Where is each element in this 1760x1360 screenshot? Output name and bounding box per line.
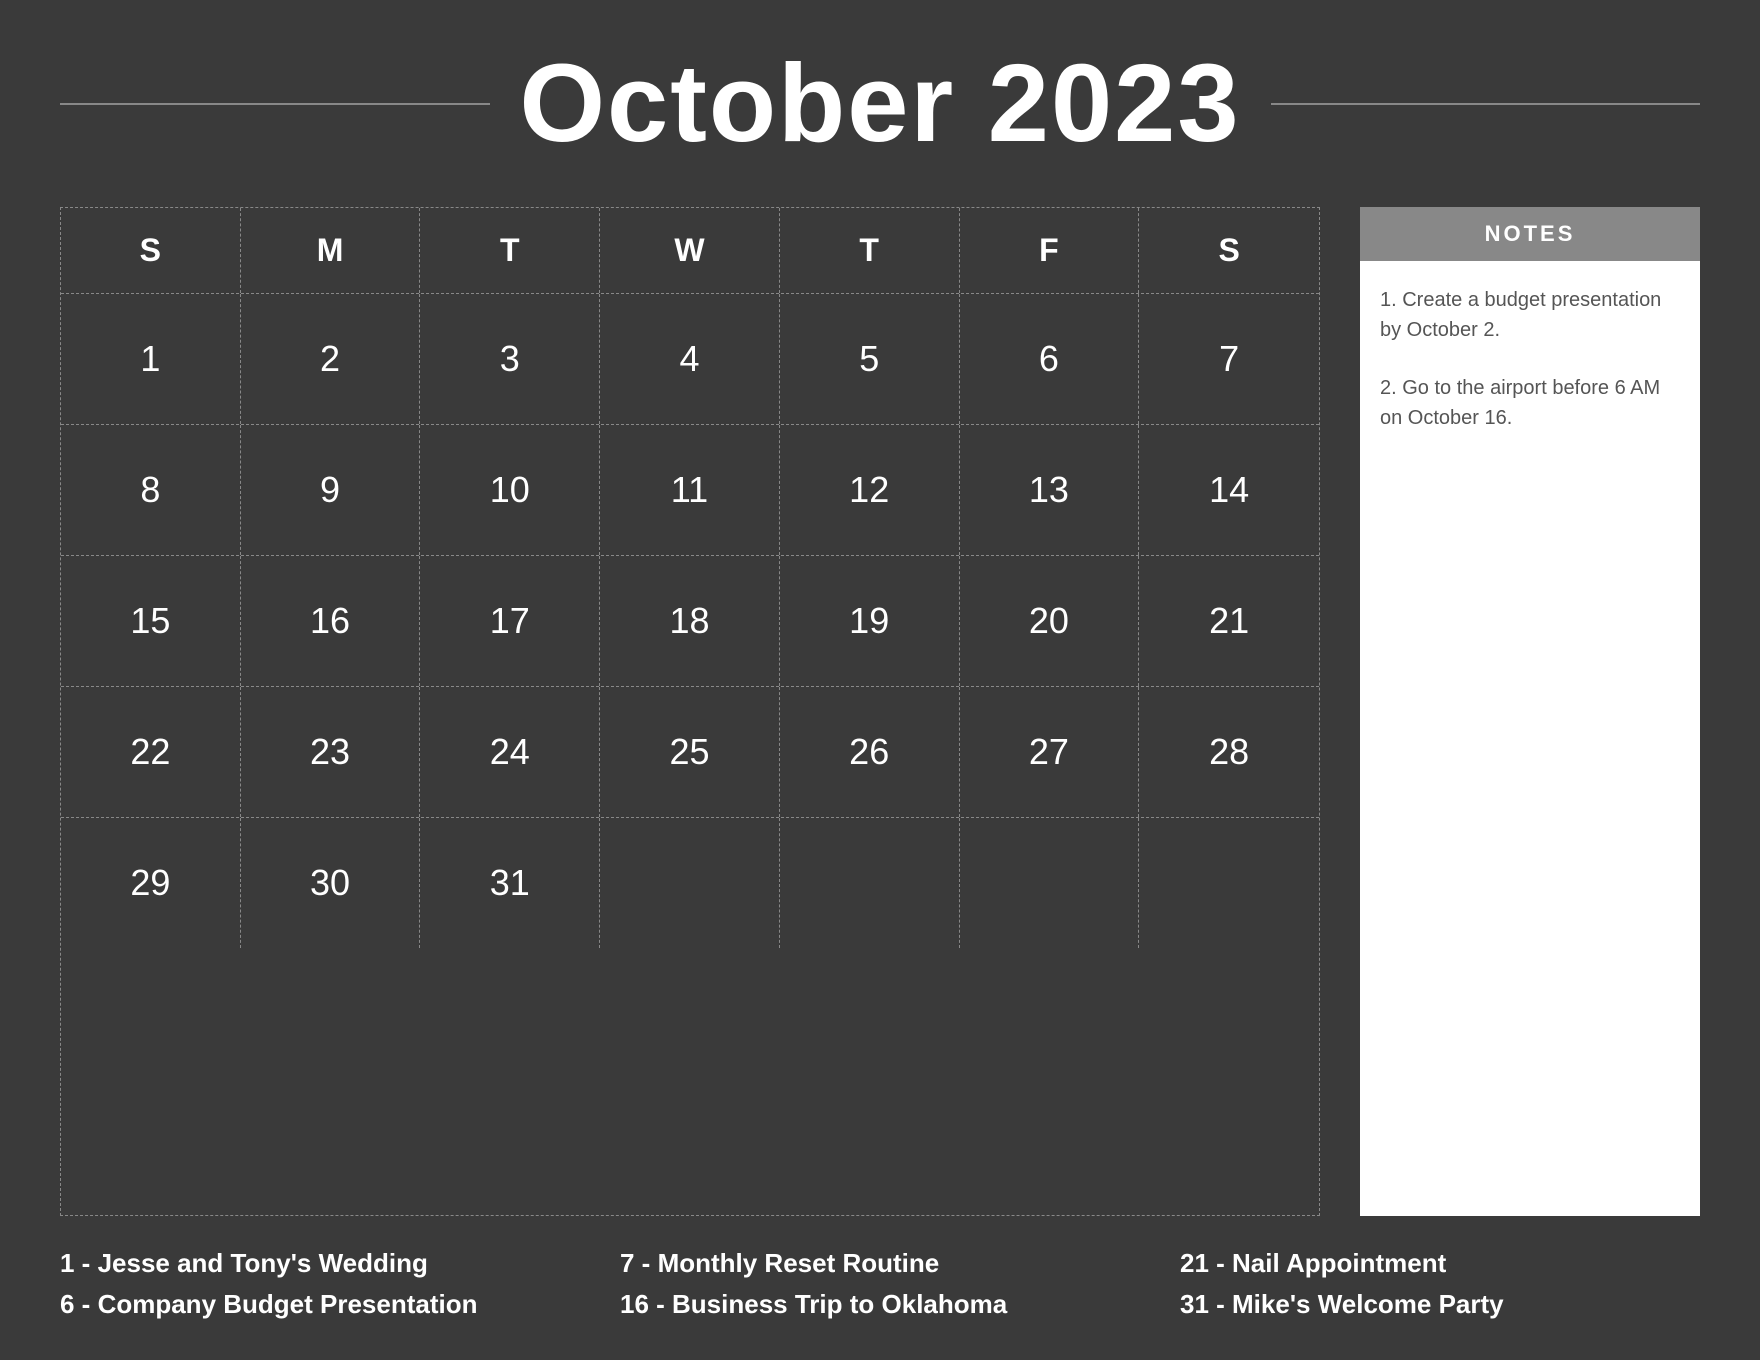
day-cell-25: 25 — [600, 687, 780, 817]
week-row-3: 22 23 24 25 26 27 28 — [61, 687, 1319, 818]
day-header-S-0: S — [61, 208, 241, 293]
calendar-section: SMTWTFS 12345678910111213141516171819202… — [60, 207, 1320, 1216]
day-cell-11: 11 — [600, 425, 780, 555]
notes-section: NOTES 1. Create a budget presentation by… — [1360, 207, 1700, 1216]
day-cell-27: 27 — [960, 687, 1140, 817]
day-number-30: 30 — [310, 862, 350, 904]
day-cell-20: 20 — [960, 556, 1140, 686]
day-cell-2: 2 — [241, 294, 421, 424]
day-cell-13: 13 — [960, 425, 1140, 555]
day-number-21: 21 — [1209, 600, 1249, 642]
day-number-28: 28 — [1209, 731, 1249, 773]
day-cell-7: 7 — [1139, 294, 1319, 424]
event-item-4: 16 - Business Trip to Oklahoma — [620, 1289, 1140, 1320]
day-cell-28: 28 — [1139, 687, 1319, 817]
day-number-17: 17 — [490, 600, 530, 642]
day-cell-empty-4-4 — [780, 818, 960, 948]
day-number-14: 14 — [1209, 469, 1249, 511]
day-cell-empty-4-5 — [960, 818, 1140, 948]
notes-body: 1. Create a budget presentation by Octob… — [1360, 261, 1700, 1216]
day-cell-17: 17 — [420, 556, 600, 686]
day-header-T-2: T — [420, 208, 600, 293]
week-row-0: 1 2 3 4 5 6 7 — [61, 294, 1319, 425]
week-row-1: 8 9 10 11 12 13 14 — [61, 425, 1319, 556]
day-number-18: 18 — [669, 600, 709, 642]
main-content: SMTWTFS 12345678910111213141516171819202… — [60, 207, 1700, 1216]
day-cell-12: 12 — [780, 425, 960, 555]
day-cell-18: 18 — [600, 556, 780, 686]
note-item-1: 2. Go to the airport before 6 AM on Octo… — [1380, 373, 1680, 433]
day-cell-6: 6 — [960, 294, 1140, 424]
day-number-22: 22 — [130, 731, 170, 773]
day-cell-23: 23 — [241, 687, 421, 817]
day-number-20: 20 — [1029, 600, 1069, 642]
day-number-3: 3 — [500, 338, 520, 380]
day-number-26: 26 — [849, 731, 889, 773]
day-header-M-1: M — [241, 208, 421, 293]
day-number-12: 12 — [849, 469, 889, 511]
title-line-left — [60, 103, 490, 105]
day-number-19: 19 — [849, 600, 889, 642]
calendar-grid: SMTWTFS 12345678910111213141516171819202… — [60, 207, 1320, 1216]
day-number-15: 15 — [130, 600, 170, 642]
day-headers-row: SMTWTFS — [61, 208, 1319, 294]
notes-header: NOTES — [1360, 207, 1700, 261]
week-row-4: 29 30 31 — [61, 818, 1319, 948]
day-number-13: 13 — [1029, 469, 1069, 511]
event-item-1: 7 - Monthly Reset Routine — [620, 1248, 1140, 1279]
day-cell-10: 10 — [420, 425, 600, 555]
day-number-25: 25 — [669, 731, 709, 773]
day-cell-15: 15 — [61, 556, 241, 686]
day-cell-1: 1 — [61, 294, 241, 424]
day-cell-26: 26 — [780, 687, 960, 817]
day-cell-19: 19 — [780, 556, 960, 686]
day-number-11: 11 — [671, 469, 708, 511]
day-cell-4: 4 — [600, 294, 780, 424]
weeks-container: 1234567891011121314151617181920212223242… — [61, 294, 1319, 948]
day-cell-3: 3 — [420, 294, 600, 424]
events-footer: 1 - Jesse and Tony's Wedding 7 - Monthly … — [60, 1248, 1700, 1320]
title-section: October 2023 — [60, 40, 1700, 167]
event-item-5: 31 - Mike's Welcome Party — [1180, 1289, 1700, 1320]
day-cell-9: 9 — [241, 425, 421, 555]
day-number-8: 8 — [140, 469, 160, 511]
day-cell-21: 21 — [1139, 556, 1319, 686]
day-cell-empty-4-6 — [1139, 818, 1319, 948]
day-cell-22: 22 — [61, 687, 241, 817]
day-cell-5: 5 — [780, 294, 960, 424]
day-cell-empty-4-3 — [600, 818, 780, 948]
day-cell-8: 8 — [61, 425, 241, 555]
day-cell-29: 29 — [61, 818, 241, 948]
event-item-2: 21 - Nail Appointment — [1180, 1248, 1700, 1279]
day-number-4: 4 — [679, 338, 699, 380]
day-header-T-4: T — [780, 208, 960, 293]
day-number-24: 24 — [490, 731, 530, 773]
day-number-9: 9 — [320, 469, 340, 511]
day-number-31: 31 — [490, 862, 530, 904]
day-number-16: 16 — [310, 600, 350, 642]
page-title: October 2023 — [520, 40, 1241, 167]
day-header-F-5: F — [960, 208, 1140, 293]
day-header-W-3: W — [600, 208, 780, 293]
day-cell-30: 30 — [241, 818, 421, 948]
day-number-2: 2 — [320, 338, 340, 380]
day-number-10: 10 — [490, 469, 530, 511]
day-number-1: 1 — [140, 338, 160, 380]
day-header-S-6: S — [1139, 208, 1319, 293]
day-number-23: 23 — [310, 731, 350, 773]
day-cell-16: 16 — [241, 556, 421, 686]
week-row-2: 15 16 17 18 19 20 21 — [61, 556, 1319, 687]
day-cell-14: 14 — [1139, 425, 1319, 555]
note-item-0: 1. Create a budget presentation by Octob… — [1380, 285, 1680, 345]
event-item-0: 1 - Jesse and Tony's Wedding — [60, 1248, 580, 1279]
day-number-5: 5 — [859, 338, 879, 380]
day-cell-24: 24 — [420, 687, 600, 817]
day-number-29: 29 — [130, 862, 170, 904]
title-line-right — [1271, 103, 1701, 105]
event-item-3: 6 - Company Budget Presentation — [60, 1289, 580, 1320]
day-cell-31: 31 — [420, 818, 600, 948]
day-number-6: 6 — [1039, 338, 1059, 380]
day-number-27: 27 — [1029, 731, 1069, 773]
day-number-7: 7 — [1219, 338, 1239, 380]
